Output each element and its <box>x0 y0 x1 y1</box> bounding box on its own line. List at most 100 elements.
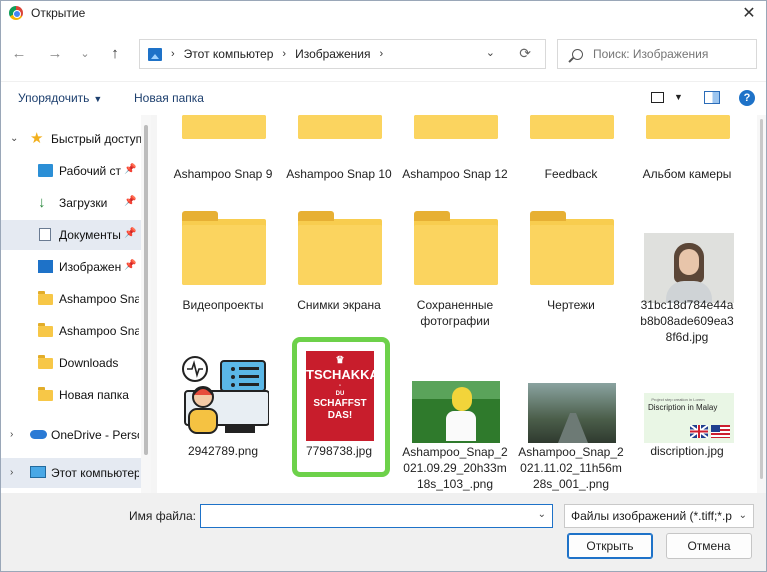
sidebar-item-downloads[interactable]: ↓ Загрузки 📌 <box>1 188 141 218</box>
address-bar[interactable]: › Этот компьютер › Изображения › ⌄ ⟳ <box>139 39 546 69</box>
folder-item[interactable]: Видеопроекты <box>168 211 278 331</box>
image-item[interactable]: Project step creation in Lorem Discripti… <box>632 345 742 485</box>
sidebar-item-label: Ashampoo Snap <box>59 324 139 338</box>
breadcrumb-this-pc[interactable]: Этот компьютер <box>184 47 274 61</box>
address-dropdown-icon[interactable]: ⌄ <box>486 46 495 59</box>
sidebar-scrollbar[interactable] <box>141 115 151 493</box>
sidebar-item-ashampoo-snap[interactable]: Ashampoo Snap <box>1 316 141 346</box>
sidebar-item-label: Этот компьютер <box>51 466 139 480</box>
image-item[interactable]: Ashampoo_Snap_2021.09.29_20h33m18s_103_.… <box>400 345 510 493</box>
filename-combobox[interactable]: ⌄ <box>200 504 553 528</box>
image-item[interactable]: 31bc18d784e44ab8b08ade609ea38f6d.jpg <box>632 211 742 351</box>
sidebar-item-label: Рабочий стол <box>59 164 121 178</box>
folder-icon <box>38 355 53 369</box>
sidebar-item-documents[interactable]: Документы 📌 <box>1 220 141 250</box>
sidebar-item-quick-access[interactable]: ⌄ ★ Быстрый доступ <box>1 124 142 154</box>
file-name: Ashampoo Snap 12 <box>402 167 508 181</box>
content-scrollbar[interactable] <box>757 115 766 493</box>
new-folder-button[interactable]: Новая папка <box>134 91 204 105</box>
cloud-icon <box>30 430 47 439</box>
folder-icon <box>182 211 266 285</box>
file-name: 2942789.png <box>187 444 259 458</box>
chevron-down-icon[interactable]: ⌄ <box>538 509 546 520</box>
folder-item[interactable]: Feedback <box>516 115 626 215</box>
close-button[interactable]: ✕ <box>732 1 766 25</box>
help-icon[interactable]: ? <box>739 90 755 106</box>
open-dialog: Открытие ✕ ← → ⌄ ↑ › Этот компьютер › Из… <box>0 0 767 572</box>
folder-item[interactable]: Сохраненные фотографии <box>400 211 510 331</box>
file-name-bar: Имя файла: ⌄ Файлы изображений (*.tiff;*… <box>1 493 766 571</box>
folder-icon <box>38 387 53 401</box>
sidebar-item-label: Новая папка <box>59 388 129 402</box>
sidebar-item-desktop[interactable]: Рабочий стол 📌 <box>1 156 141 186</box>
pictures-location-icon <box>148 47 162 61</box>
sidebar-item-ashampoo-snap[interactable]: Ashampoo Snap <box>1 284 141 314</box>
search-input[interactable] <box>593 47 743 61</box>
pin-icon: 📌 <box>124 196 137 207</box>
breadcrumb-pictures[interactable]: Изображения <box>295 47 370 61</box>
monitor-icon <box>30 466 46 478</box>
chevron-right-icon[interactable]: › <box>10 429 13 440</box>
open-button[interactable]: Открыть <box>567 533 653 559</box>
support-illustration <box>182 356 269 434</box>
view-options-chevron-icon[interactable]: ▼ <box>674 92 683 102</box>
sidebar-item-pictures[interactable]: Изображения 📌 <box>1 252 141 282</box>
chevron-right-icon[interactable]: › <box>10 467 13 478</box>
sidebar-item-new-folder[interactable]: Новая папка <box>1 380 141 410</box>
breadcrumb-separator: › <box>379 48 384 60</box>
chrome-icon <box>9 6 23 20</box>
file-name: Чертежи <box>547 298 595 312</box>
street-screenshot-thumbnail <box>528 383 616 443</box>
back-button[interactable]: ← <box>9 43 29 63</box>
view-mode-icon[interactable] <box>651 92 664 103</box>
folder-item[interactable]: Чертежи <box>516 211 626 331</box>
image-item[interactable]: 2942789.png <box>168 345 278 485</box>
file-name: 31bc18d784e44ab8b08ade609ea38f6d.jpg <box>640 298 734 344</box>
thumbnail-caption: Project step creation in Lorem <box>651 397 705 402</box>
cancel-button[interactable]: Отмена <box>666 533 752 559</box>
file-name: discription.jpg <box>650 444 724 458</box>
folder-icon <box>298 115 382 139</box>
pin-icon: 📌 <box>124 228 137 239</box>
thumbnail-road <box>558 413 588 443</box>
filename-input[interactable] <box>205 506 525 526</box>
folder-icon <box>530 211 614 285</box>
file-name: Feedback <box>544 167 598 181</box>
homer-screenshot-thumbnail <box>412 381 500 443</box>
file-type-value: Файлы изображений (*.tiff;*.p <box>571 509 732 523</box>
folder-icon <box>414 211 498 285</box>
folder-icon <box>530 115 614 139</box>
folder-item[interactable]: Ashampoo Snap 12 <box>400 115 510 215</box>
up-button[interactable]: ↑ <box>105 43 125 63</box>
forward-button[interactable]: → <box>45 43 65 63</box>
title-bar: Открытие ✕ <box>1 1 766 25</box>
folder-item[interactable]: Снимки экрана <box>284 211 394 331</box>
scrollbar-thumb[interactable] <box>144 125 148 455</box>
chevron-down-icon[interactable]: ⌄ <box>739 510 747 521</box>
thumbnail-head <box>452 387 472 411</box>
sidebar-item-downloads-folder[interactable]: Downloads <box>1 348 141 378</box>
preview-pane-icon[interactable] <box>704 91 720 104</box>
description-image-thumbnail: Project step creation in Lorem Discripti… <box>644 393 734 443</box>
image-item[interactable]: Ashampoo_Snap_2021.11.02_11h56m28s_001_.… <box>516 345 626 493</box>
chevron-down-icon[interactable]: ⌄ <box>10 133 18 144</box>
sidebar-item-label: Загрузки <box>59 196 108 210</box>
folder-item[interactable]: Альбом камеры <box>632 115 742 215</box>
recent-locations-button[interactable]: ⌄ <box>75 43 95 63</box>
sidebar-item-onedrive[interactable]: › OneDrive - Personal <box>1 420 141 450</box>
chevron-down-icon: ▼ <box>93 94 103 104</box>
file-type-select[interactable]: Файлы изображений (*.tiff;*.p ⌄ <box>564 504 754 528</box>
folder-item[interactable]: Ashampoo Snap 10 <box>284 115 394 215</box>
scrollbar-thumb[interactable] <box>760 119 763 479</box>
pictures-icon <box>38 260 53 273</box>
sidebar-item-this-pc[interactable]: › Этот компьютер <box>1 458 141 488</box>
star-icon: ★ <box>30 130 44 147</box>
organize-menu[interactable]: Упорядочить ▼ <box>18 91 102 105</box>
thumbnail-face <box>679 249 699 275</box>
sidebar-item-label: Документы <box>59 228 121 242</box>
search-box[interactable] <box>557 39 757 69</box>
folder-icon <box>182 115 266 139</box>
refresh-icon[interactable]: ⟳ <box>519 45 531 62</box>
file-name: Снимки экрана <box>297 298 381 312</box>
folder-item[interactable]: Ashampoo Snap 9 <box>168 115 278 215</box>
